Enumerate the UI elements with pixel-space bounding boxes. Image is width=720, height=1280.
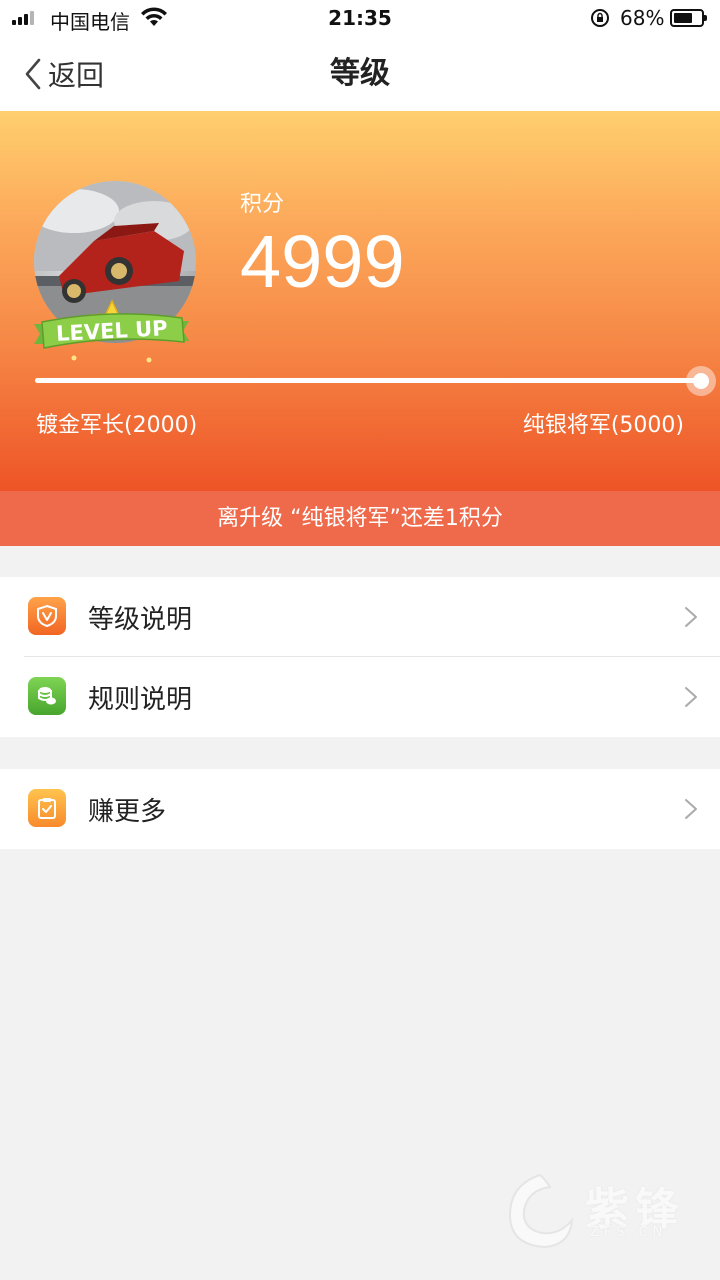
menu-group-info: 等级说明 规则说明	[0, 577, 720, 737]
rotation-lock-icon	[591, 9, 609, 27]
clock: 21:35	[328, 6, 392, 30]
points-value: 4999	[240, 220, 405, 303]
menu-group-earn: 赚更多	[0, 769, 720, 849]
menu-item-earn-more[interactable]: 赚更多	[0, 769, 720, 849]
clipboard-check-icon	[28, 789, 66, 827]
watermark-sub: ZFS.CN	[590, 1225, 668, 1240]
menu-item-label: 赚更多	[88, 796, 167, 827]
level-hero: LEVEL UP 积分 4999 镀金军长(2000) 纯银将军(5000)	[0, 111, 720, 491]
progress-knob	[686, 366, 716, 396]
current-level-label: 镀金军长(2000)	[36, 413, 198, 438]
menu-item-rules-description[interactable]: 规则说明	[0, 657, 720, 737]
status-bar: 中国电信 21:35 68%	[0, 0, 720, 36]
page-title: 等级	[330, 56, 390, 91]
menu-item-label: 等级说明	[88, 604, 193, 635]
progress-fill	[35, 378, 700, 383]
battery-percent: 68%	[620, 6, 665, 30]
level-progress-bar	[35, 378, 700, 383]
chevron-right-icon	[685, 687, 697, 707]
menu-item-label: 规则说明	[88, 684, 193, 715]
watermark-swirl-icon	[508, 1173, 574, 1249]
points-label: 积分	[240, 192, 285, 217]
nav-bar: 返回 等级	[0, 36, 720, 111]
shield-v-icon	[28, 597, 66, 635]
watermark-logo: 紫锋 ZFS.CN	[500, 1165, 700, 1255]
coins-icon	[28, 677, 66, 715]
menu-item-level-description[interactable]: 等级说明	[0, 577, 720, 657]
chevron-right-icon	[685, 607, 697, 627]
level-up-badge: LEVEL UP	[34, 299, 189, 363]
battery-icon	[670, 9, 707, 27]
chevron-right-icon	[685, 799, 697, 819]
badge-text: LEVEL UP	[56, 316, 169, 346]
next-level-label: 纯银将军(5000)	[522, 413, 684, 438]
upgrade-tip-banner: 离升级 “纯银将军”还差1积分	[0, 491, 720, 546]
